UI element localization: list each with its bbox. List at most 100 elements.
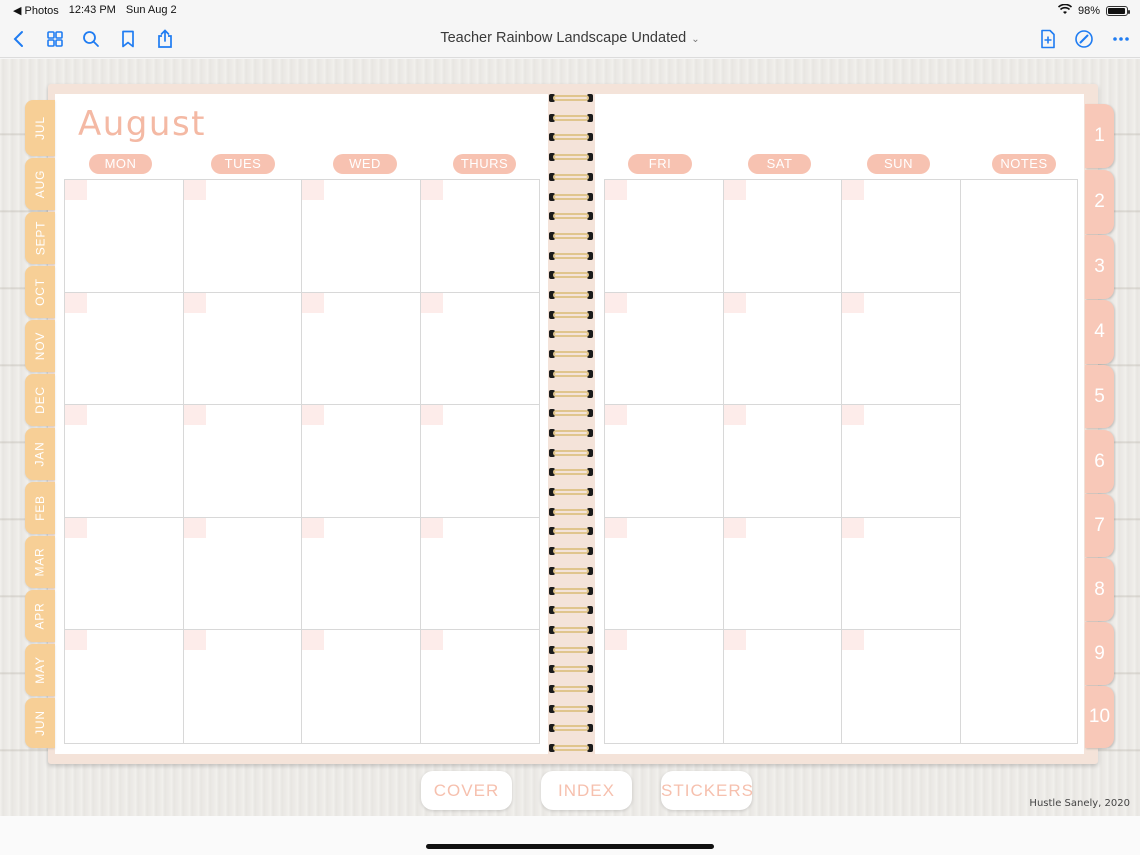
- date-box: [302, 630, 324, 651]
- spiral-ring: [549, 506, 593, 518]
- spiral-ring: [549, 447, 593, 459]
- calendar-day-cell[interactable]: [183, 292, 302, 406]
- calendar-day-cell[interactable]: [420, 180, 539, 293]
- calendar-day-cell[interactable]: [183, 630, 302, 743]
- notes-area[interactable]: [961, 180, 1078, 743]
- calendar-day-cell[interactable]: [183, 517, 302, 631]
- month-tab-jun[interactable]: JUN: [25, 698, 55, 748]
- calendar-day-cell[interactable]: [723, 180, 842, 293]
- date-box: [605, 517, 627, 538]
- calendar-day-cell[interactable]: [183, 405, 302, 518]
- calendar-day-cell[interactable]: [420, 292, 539, 406]
- spiral-ring: [549, 92, 593, 104]
- number-tab-5[interactable]: 5: [1085, 365, 1114, 428]
- number-tab-2[interactable]: 2: [1085, 170, 1114, 234]
- month-tab-aug[interactable]: AUG: [25, 158, 55, 210]
- calendar-day-cell[interactable]: [420, 630, 540, 743]
- back-to-photos[interactable]: ◀ Photos: [13, 4, 59, 17]
- spiral-ring: [549, 309, 593, 321]
- date-box: [723, 630, 746, 651]
- calendar-day-cell[interactable]: [65, 405, 184, 518]
- calendar-day-cell[interactable]: [842, 517, 961, 631]
- calendar-day-cell[interactable]: [65, 517, 184, 631]
- day-label-sat: SAT: [748, 154, 811, 174]
- month-tab-feb[interactable]: FEB: [25, 482, 55, 534]
- spiral-ring: [549, 407, 593, 419]
- wifi-icon: [1057, 3, 1073, 18]
- calendar-day-cell[interactable]: [723, 405, 842, 518]
- number-tab-8[interactable]: 8: [1085, 558, 1114, 621]
- date-box: [842, 405, 864, 426]
- date-box: [842, 180, 864, 200]
- add-page-icon[interactable]: [1037, 28, 1059, 50]
- month-tab-may[interactable]: MAY: [25, 644, 55, 696]
- cover-button[interactable]: COVER: [421, 771, 512, 810]
- month-tab-dec[interactable]: DEC: [25, 374, 55, 426]
- number-tab-4[interactable]: 4: [1085, 300, 1114, 364]
- calendar-day-cell[interactable]: [842, 405, 961, 518]
- date-box: [420, 180, 443, 200]
- number-tab-7[interactable]: 7: [1085, 494, 1114, 557]
- spiral-ring: [549, 269, 593, 281]
- date-box: [420, 630, 443, 651]
- calendar-day-cell[interactable]: [420, 517, 539, 631]
- calendar-day-cell[interactable]: [420, 405, 539, 518]
- status-time: 12:43 PM: [68, 4, 116, 16]
- date-box: [420, 517, 443, 538]
- number-tab-10[interactable]: 10: [1085, 686, 1114, 748]
- date-box: [605, 630, 627, 651]
- calendar-day-cell[interactable]: [302, 630, 421, 743]
- document-title[interactable]: Teacher Rainbow Landscape Undated ⌄: [0, 30, 1140, 46]
- spiral-ring: [549, 565, 593, 577]
- number-tab-3[interactable]: 3: [1085, 235, 1114, 299]
- calendar-day-cell[interactable]: [65, 180, 184, 293]
- number-tab-6[interactable]: 6: [1085, 430, 1114, 493]
- calendar-day-cell[interactable]: [302, 517, 421, 631]
- battery-icon: [1106, 6, 1130, 16]
- calendar-day-cell[interactable]: [65, 630, 184, 743]
- calendar-day-cell[interactable]: [605, 405, 724, 518]
- month-tab-apr[interactable]: APR: [25, 590, 55, 642]
- date-box: [183, 517, 206, 538]
- number-tab-9[interactable]: 9: [1085, 622, 1114, 685]
- date-box: [183, 180, 206, 200]
- calendar-day-cell[interactable]: [842, 630, 961, 743]
- spiral-ring: [549, 525, 593, 537]
- calendar-day-cell[interactable]: [723, 630, 842, 743]
- month-tab-nov[interactable]: NOV: [25, 320, 55, 372]
- spiral-ring: [549, 250, 593, 262]
- calendar-day-cell[interactable]: [302, 180, 421, 293]
- home-indicator[interactable]: [426, 844, 714, 849]
- bottom-area: [0, 816, 1140, 855]
- spiral-ring: [549, 328, 593, 340]
- calendar-day-cell[interactable]: [842, 292, 961, 406]
- markup-pen-icon[interactable]: [1073, 28, 1095, 50]
- calendar-day-cell[interactable]: [605, 630, 724, 743]
- calendar-day-cell[interactable]: [842, 180, 961, 293]
- calendar-day-cell[interactable]: [723, 292, 842, 406]
- date-box: [842, 517, 864, 538]
- spiral-ring: [549, 131, 593, 143]
- more-icon[interactable]: [1110, 28, 1132, 50]
- date-box: [302, 292, 324, 313]
- month-tab-jul[interactable]: JUL: [25, 100, 55, 156]
- calendar-day-cell[interactable]: [605, 517, 724, 631]
- credit-text: Hustle Sanely, 2020: [1029, 798, 1130, 809]
- calendar-day-cell[interactable]: [183, 180, 302, 293]
- calendar-day-cell[interactable]: [302, 405, 421, 518]
- calendar-day-cell[interactable]: [605, 292, 724, 406]
- spiral-ring: [549, 112, 593, 124]
- month-tab-mar[interactable]: MAR: [25, 536, 55, 588]
- date-box: [65, 517, 87, 538]
- calendar-day-cell[interactable]: [65, 292, 184, 406]
- calendar-day-cell[interactable]: [605, 180, 724, 293]
- month-tab-jan[interactable]: JAN: [25, 428, 55, 480]
- number-tab-1[interactable]: 1: [1085, 104, 1114, 168]
- month-tab-oct[interactable]: OCT: [25, 266, 55, 318]
- calendar-day-cell[interactable]: [723, 517, 842, 631]
- calendar-day-cell[interactable]: [302, 292, 421, 406]
- date-box: [723, 517, 746, 538]
- index-button[interactable]: INDEX: [541, 771, 632, 810]
- stickers-button[interactable]: STICKERS: [661, 771, 753, 810]
- month-tab-sept[interactable]: SEPT: [25, 212, 55, 264]
